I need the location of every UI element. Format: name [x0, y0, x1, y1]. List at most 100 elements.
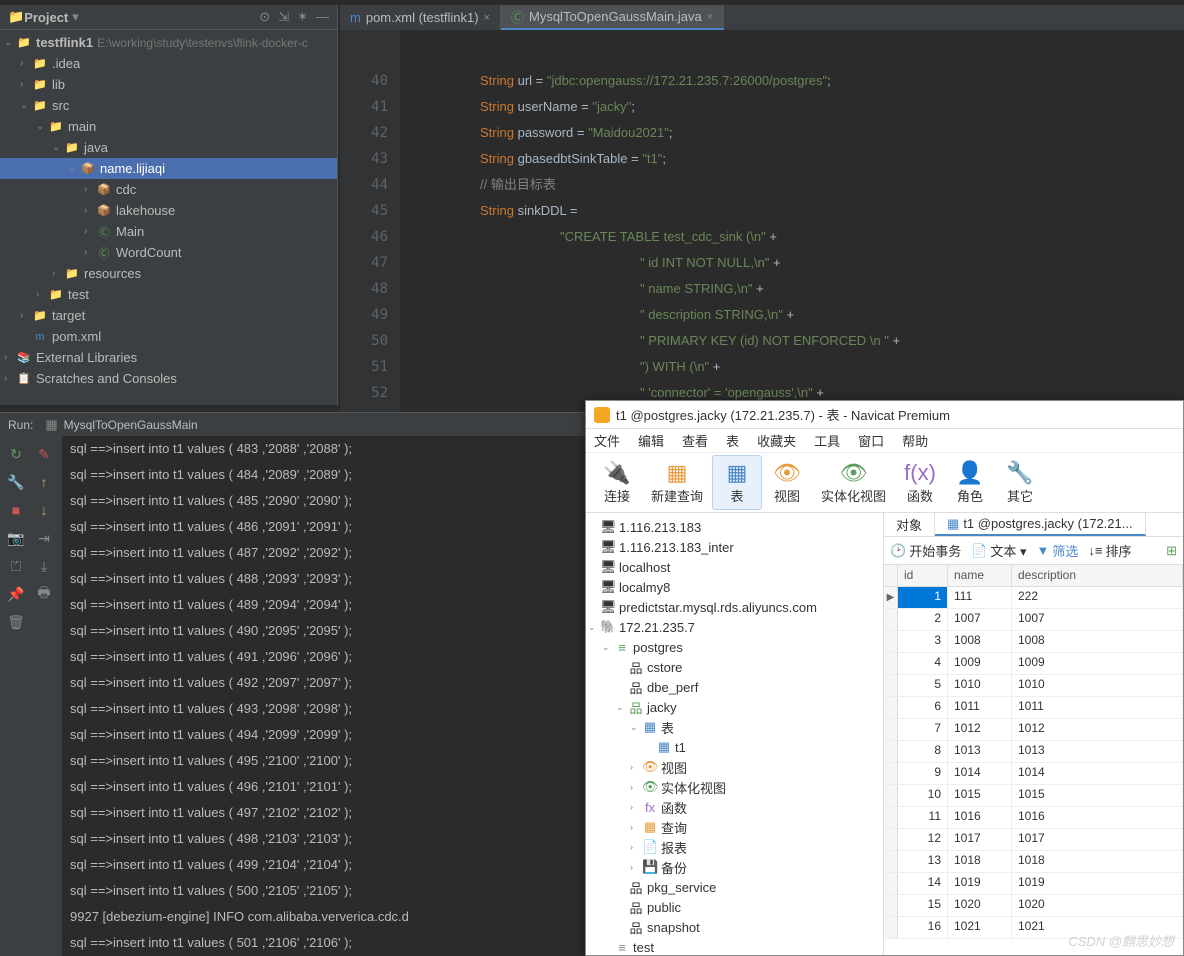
nav-tree-item[interactable]: 🖥localmy8: [586, 577, 883, 597]
print-button[interactable]: 🖶: [32, 582, 56, 606]
nav-tree-item[interactable]: ›👁实体化视图: [586, 777, 883, 797]
menu-item[interactable]: 工具: [814, 431, 840, 450]
toolbar-button[interactable]: ▦表: [712, 455, 762, 510]
col-header-name[interactable]: name: [948, 565, 1012, 586]
table-row[interactable]: 10 1015 1015: [884, 785, 1183, 807]
table-row[interactable]: 4 1009 1009: [884, 653, 1183, 675]
subtool-button[interactable]: 🕑开始事务: [890, 541, 961, 560]
tree-root[interactable]: ⌄📁 testflink1E:\working\study\testenvs\f…: [0, 32, 337, 53]
table-row[interactable]: 9 1014 1014: [884, 763, 1183, 785]
tree-item[interactable]: ›📁resources: [0, 263, 337, 284]
table-row[interactable]: 2 1007 1007: [884, 609, 1183, 631]
toolbar-button[interactable]: f(x)函数: [895, 455, 945, 510]
tree-item[interactable]: ›📁.idea: [0, 53, 337, 74]
table-row[interactable]: 5 1010 1010: [884, 675, 1183, 697]
toolbar-button[interactable]: 👁视图: [762, 455, 812, 510]
edit-button[interactable]: ✎: [32, 442, 56, 466]
editor-tab[interactable]: ⒸMysqlToOpenGaussMain.java×: [501, 5, 724, 30]
toolbar-button[interactable]: 👤角色: [945, 455, 995, 510]
menu-item[interactable]: 窗口: [858, 431, 884, 450]
toolbar-button[interactable]: 🔌连接: [592, 455, 642, 510]
tree-item[interactable]: ⌄📦name.lijiaqi: [0, 158, 337, 179]
nav-tree-item[interactable]: ⌄≡postgres: [586, 637, 883, 657]
nav-tree-item[interactable]: 🖥localhost: [586, 557, 883, 577]
toolbar-button[interactable]: 👁实体化视图: [812, 455, 895, 510]
nav-tree-item[interactable]: 品public: [586, 897, 883, 917]
nav-tree-item[interactable]: ›👁视图: [586, 757, 883, 777]
subtool-button[interactable]: ▼筛选: [1037, 541, 1079, 560]
tree-item[interactable]: ›ⒸWordCount: [0, 242, 337, 263]
nav-tree-item[interactable]: ›▦查询: [586, 817, 883, 837]
tree-item[interactable]: mpom.xml: [0, 326, 337, 347]
collapse-icon[interactable]: ✶: [297, 9, 308, 25]
editor-tab[interactable]: mpom.xml (testflink1)×: [340, 5, 501, 30]
code-editor[interactable]: String url = "jdbc:opengauss://172.21.23…: [400, 30, 1184, 406]
menu-item[interactable]: 帮助: [902, 431, 928, 450]
tree-item[interactable]: ⌄📁main: [0, 116, 337, 137]
tree-item[interactable]: ›📦cdc: [0, 179, 337, 200]
nav-tree-item[interactable]: ≡test: [586, 937, 883, 955]
stop-button[interactable]: ■: [4, 498, 28, 522]
tree-item[interactable]: ›ⒸMain: [0, 221, 337, 242]
pin-button[interactable]: 📌: [4, 582, 28, 606]
table-row[interactable]: 8 1013 1013: [884, 741, 1183, 763]
export-icon[interactable]: ⊞: [1166, 543, 1177, 559]
table-row[interactable]: 16 1021 1021: [884, 917, 1183, 939]
close-icon[interactable]: ×: [484, 12, 490, 24]
toolbar-button[interactable]: 🔧其它: [995, 455, 1045, 510]
camera-button[interactable]: 📷: [4, 526, 28, 550]
nav-tree-item[interactable]: ›📄报表: [586, 837, 883, 857]
down-button[interactable]: ↓: [32, 498, 56, 522]
nav-tree-item[interactable]: ▦t1: [586, 737, 883, 757]
navicat-titlebar[interactable]: t1 @postgres.jacky (172.21.235.7) - 表 - …: [586, 401, 1183, 429]
col-header-description[interactable]: description: [1012, 565, 1183, 586]
nav-tree-item[interactable]: 品cstore: [586, 657, 883, 677]
col-header-id[interactable]: id: [898, 565, 948, 586]
menu-item[interactable]: 查看: [682, 431, 708, 450]
wrap-button[interactable]: ⇥: [32, 526, 56, 550]
up-button[interactable]: ↑: [32, 470, 56, 494]
hide-icon[interactable]: —: [316, 9, 329, 25]
tree-item[interactable]: ⌄📁src: [0, 95, 337, 116]
exit-button[interactable]: ⏍: [4, 554, 28, 578]
tree-item[interactable]: ›📋Scratches and Consoles: [0, 368, 337, 389]
tree-item[interactable]: ›📁lib: [0, 74, 337, 95]
menu-item[interactable]: 编辑: [638, 431, 664, 450]
tree-item[interactable]: ›📦lakehouse: [0, 200, 337, 221]
table-row[interactable]: 7 1012 1012: [884, 719, 1183, 741]
nav-tree-item[interactable]: 🖥1.116.213.183: [586, 517, 883, 537]
nav-tree-item[interactable]: 品snapshot: [586, 917, 883, 937]
table-row[interactable]: 12 1017 1017: [884, 829, 1183, 851]
scroll-button[interactable]: ⤓: [32, 554, 56, 578]
wrench-button[interactable]: 🔧: [4, 470, 28, 494]
trash-button[interactable]: 🗑: [4, 610, 28, 634]
nav-tree-item[interactable]: ›fx函数: [586, 797, 883, 817]
nav-tree-item[interactable]: 品pkg_service: [586, 877, 883, 897]
close-icon[interactable]: ×: [707, 11, 713, 23]
toolbar-button[interactable]: ▦新建查询: [642, 455, 712, 510]
content-tab[interactable]: ▦t1 @postgres.jacky (172.21...: [935, 513, 1146, 536]
rerun-button[interactable]: ↻: [4, 442, 28, 466]
expand-icon[interactable]: ⇲: [278, 9, 289, 25]
tree-item[interactable]: ›📚External Libraries: [0, 347, 337, 368]
menu-item[interactable]: 文件: [594, 431, 620, 450]
nav-tree-item[interactable]: 品dbe_perf: [586, 677, 883, 697]
content-tab[interactable]: 对象: [884, 513, 935, 536]
table-row[interactable]: ▶ 1 111 222: [884, 587, 1183, 609]
subtool-button[interactable]: ↓≡排序: [1088, 541, 1131, 560]
table-row[interactable]: 3 1008 1008: [884, 631, 1183, 653]
nav-tree-item[interactable]: ›💾备份: [586, 857, 883, 877]
nav-tree-item[interactable]: ⌄品jacky: [586, 697, 883, 717]
nav-tree-item[interactable]: ⌄🐘172.21.235.7: [586, 617, 883, 637]
tree-item[interactable]: ›📁test: [0, 284, 337, 305]
table-row[interactable]: 15 1020 1020: [884, 895, 1183, 917]
menu-item[interactable]: 收藏夹: [757, 431, 796, 450]
table-row[interactable]: 14 1019 1019: [884, 873, 1183, 895]
nav-tree-item[interactable]: 🖥predictstar.mysql.rds.aliyuncs.com: [586, 597, 883, 617]
tree-item[interactable]: ›📁target: [0, 305, 337, 326]
menu-item[interactable]: 表: [726, 431, 739, 450]
select-opened-icon[interactable]: ⊙: [259, 9, 270, 25]
nav-tree-item[interactable]: 🖥1.116.213.183_inter: [586, 537, 883, 557]
table-row[interactable]: 13 1018 1018: [884, 851, 1183, 873]
tree-item[interactable]: ⌄📁java: [0, 137, 337, 158]
